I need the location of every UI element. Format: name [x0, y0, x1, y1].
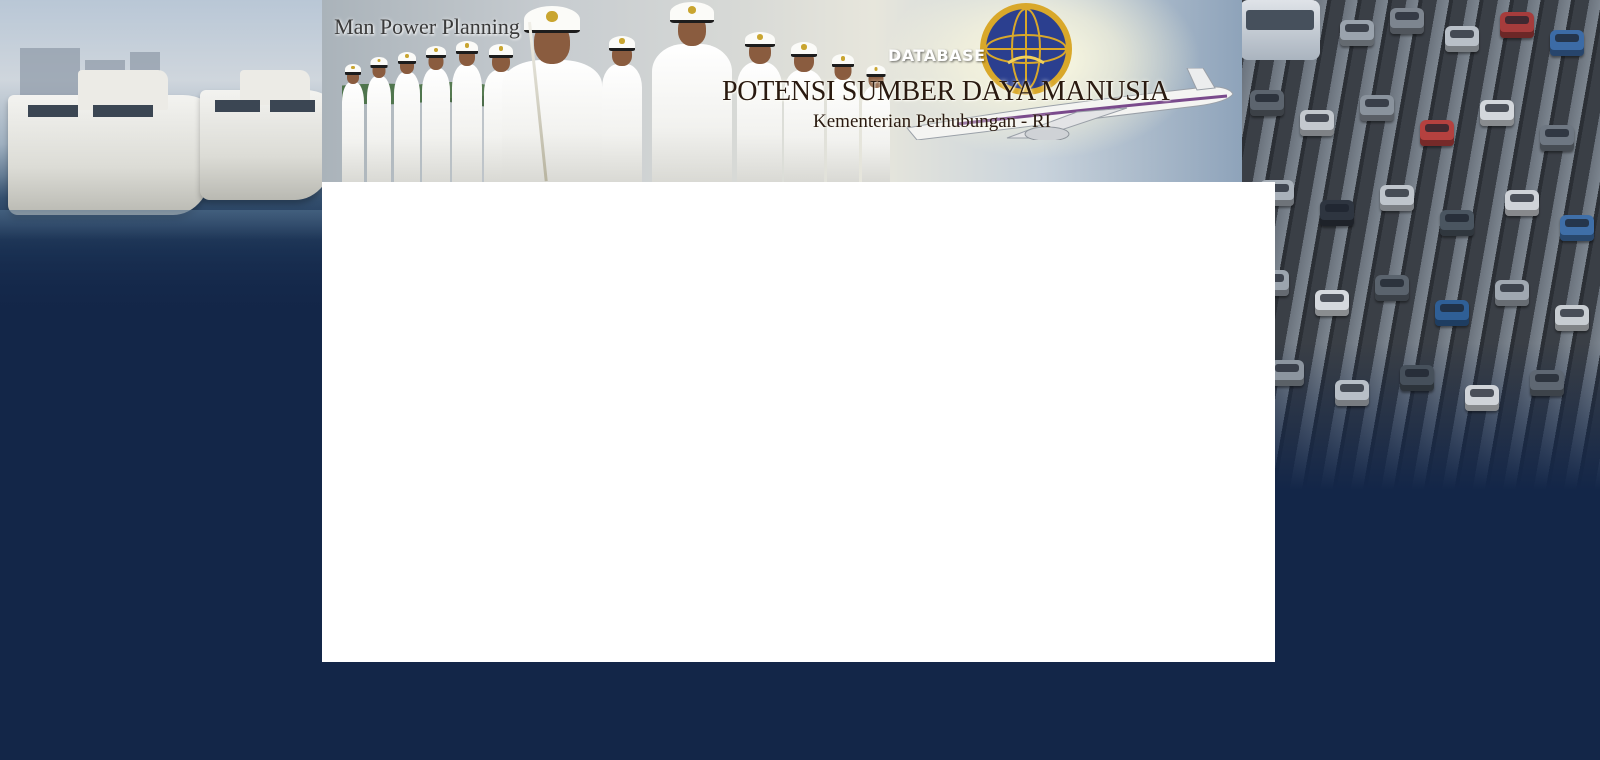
officer [367, 57, 391, 182]
header-banner: Man Power Planning DATABASE POTENSI SUMB… [322, 0, 1242, 182]
page: Man Power Planning DATABASE POTENSI SUMB… [0, 0, 1600, 760]
officer-cap [489, 44, 513, 58]
officer [652, 2, 732, 182]
boat-window [93, 105, 153, 117]
car [1300, 110, 1334, 136]
officer-front [502, 6, 602, 182]
officer-cap [832, 54, 854, 67]
page-title: POTENSI SUMBER DAYA MANUSIA [722, 76, 1170, 107]
officer [452, 41, 482, 182]
car [1445, 26, 1479, 52]
car [1380, 185, 1414, 211]
car [1335, 380, 1369, 406]
officer-cap [670, 2, 714, 23]
officer-cap [791, 42, 817, 57]
car [1530, 370, 1564, 396]
officer-cap [609, 36, 635, 51]
car [1560, 215, 1594, 241]
car [1320, 200, 1354, 226]
app-title: Man Power Planning [334, 14, 520, 39]
bus [1240, 0, 1320, 60]
officer-cap [398, 52, 416, 64]
boat-window [28, 105, 78, 117]
car [1550, 30, 1584, 56]
database-label: DATABASE [888, 46, 986, 65]
car [1435, 300, 1469, 326]
officer-cap [426, 46, 446, 58]
officer [602, 36, 642, 182]
car [1500, 12, 1534, 38]
content-panel [322, 182, 1275, 662]
officer-cap [345, 64, 361, 75]
officer [422, 46, 450, 182]
harbor-scenery [0, 0, 335, 320]
car [1465, 385, 1499, 411]
parking-lot-scenery [1240, 0, 1600, 490]
car [1340, 20, 1374, 46]
officer-cap [456, 41, 478, 54]
page-subtitle: Kementerian Perhubungan - RI [813, 111, 1051, 132]
boat-window [270, 100, 315, 112]
car [1540, 125, 1574, 151]
officer-cap [524, 6, 580, 33]
car [1480, 100, 1514, 126]
car [1440, 210, 1474, 236]
water-reflection [0, 210, 330, 240]
car [1400, 365, 1434, 391]
car [1270, 360, 1304, 386]
officer [394, 52, 420, 182]
officer-cap [744, 32, 775, 47]
car [1360, 95, 1394, 121]
car [1315, 290, 1349, 316]
officer [342, 64, 364, 182]
car [1420, 120, 1454, 146]
car [1375, 275, 1409, 301]
boat-cabin [78, 70, 168, 110]
car [1555, 305, 1589, 331]
boat-window [215, 100, 260, 112]
car [1495, 280, 1529, 306]
officer-cap [370, 57, 388, 68]
patrol-boat [8, 70, 213, 215]
car [1505, 190, 1539, 216]
car [1250, 90, 1284, 116]
car [1390, 8, 1424, 34]
patrol-boat [200, 70, 335, 200]
